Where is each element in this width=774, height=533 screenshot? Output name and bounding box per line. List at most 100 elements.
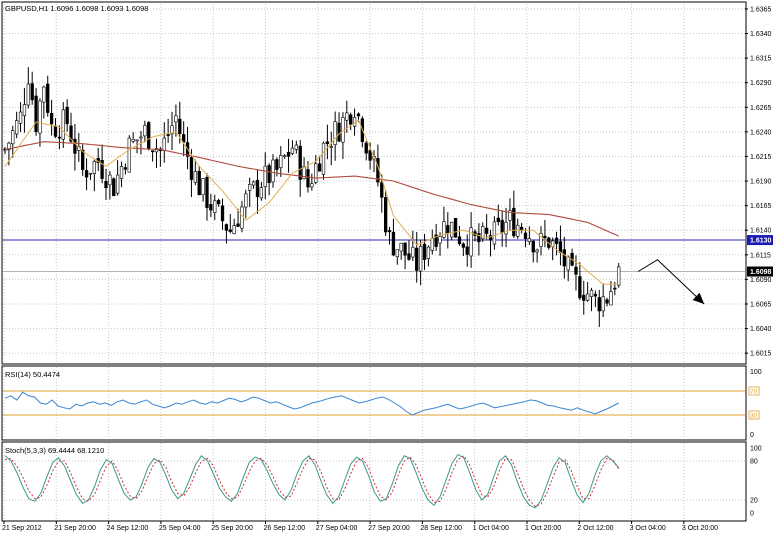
candle-body [150, 150, 155, 153]
candle-body [14, 120, 19, 135]
time-tick-label: 1 Oct 20:00 [525, 525, 561, 532]
candle-body [329, 146, 333, 148]
forecast-arrow[interactable] [637, 259, 705, 305]
candle-body [147, 122, 151, 150]
candle-body [11, 130, 15, 145]
candle-body [236, 223, 240, 227]
rsi-title: RSI(14) 50.4474 [5, 370, 60, 379]
candle-body [244, 193, 248, 208]
candle-body [178, 118, 182, 134]
candle-body [92, 160, 96, 174]
horizontal-price-lines[interactable] [3, 239, 745, 273]
candle-body [430, 238, 434, 251]
candle-body [539, 232, 543, 247]
time-tick-label: 27 Sep 20:00 [368, 525, 410, 532]
candle-body [426, 246, 431, 259]
candle-body [271, 159, 275, 183]
candle-body [333, 121, 337, 145]
price-tick-label: 1.6140 [750, 228, 772, 235]
candle-body [290, 147, 295, 154]
candle-body [438, 236, 442, 244]
candle-body [108, 174, 112, 186]
candle-body [298, 145, 302, 180]
candle-body [605, 299, 609, 304]
candle-body [26, 83, 30, 106]
candle-body [566, 256, 570, 271]
stoch-signal-line [4, 455, 620, 508]
candle-body [30, 83, 34, 101]
forecast-arrow-line[interactable] [637, 259, 705, 305]
candle-body [104, 180, 108, 188]
candle-body [500, 219, 504, 233]
candle-body [162, 137, 166, 152]
candle-body [131, 138, 135, 142]
candle-body [523, 232, 528, 239]
candle-body [213, 200, 217, 213]
main-chart-title: GBPUSD,H1 1.6096 1.6098 1.6093 1.6098 [5, 4, 148, 13]
candle-body [143, 125, 147, 137]
candle-body [248, 184, 252, 191]
candle-body [286, 152, 291, 157]
candle-body [251, 181, 256, 186]
price-tag-label: 1.6130 [750, 238, 772, 245]
candle-body [65, 106, 69, 125]
candle-body [609, 291, 613, 306]
candle-body [399, 242, 403, 252]
candle-body [267, 165, 271, 184]
price-tick-label: 1.6015 [750, 351, 772, 358]
metatrader-chart-window: 1.6365 1.6340 1.6315 1.6290 1.6265 1.6240 1.62… [0, 0, 774, 533]
time-axis: 21 Sep 2012 21 Sep 20:00 24 Sep 12:00 25 Se… [2, 521, 718, 532]
rsi-tick-label: 100 [750, 369, 762, 376]
time-tick-label: 25 Sep 04:00 [159, 525, 201, 532]
candle-body [53, 125, 58, 137]
candle-body [582, 294, 586, 301]
candle-body [240, 206, 244, 229]
candle-body [593, 293, 598, 297]
time-tick-label: 3 Oct 20:00 [682, 525, 718, 532]
candle-body [232, 225, 236, 234]
rsi-level-label: 70 [750, 389, 758, 396]
candle-body [283, 155, 287, 157]
candle-body [345, 112, 349, 121]
candle-body [81, 149, 85, 170]
candle-body [73, 138, 77, 154]
price-tick-label: 1.6190 [750, 179, 772, 186]
candle-body [597, 297, 601, 312]
candle-body [364, 142, 368, 154]
price-axis: 1.6365 1.6340 1.6315 1.6290 1.6265 1.6240 1.62… [745, 6, 773, 358]
time-tick-label: 25 Sep 20:00 [211, 525, 253, 532]
candle-body [38, 100, 42, 134]
candle-body [391, 231, 396, 256]
candle-body [228, 229, 232, 232]
candle-body [380, 182, 384, 198]
candle-body [484, 227, 489, 234]
time-tick-label: 2 Oct 12:00 [577, 525, 613, 532]
candle-body [585, 293, 590, 301]
price-tick-label: 1.6065 [750, 301, 772, 308]
candle-body [135, 139, 139, 142]
candle-body [197, 170, 201, 196]
stoch-axis: 100 80 20 0 [750, 446, 762, 518]
candle-body [310, 183, 314, 188]
candle-body [446, 225, 450, 234]
candle-body [182, 134, 186, 143]
time-tick-label: 28 Sep 12:00 [420, 525, 462, 532]
candle-body [294, 144, 298, 150]
candle-body [356, 113, 361, 117]
candle-body [174, 115, 178, 123]
candle-body [617, 266, 621, 286]
candle-body [201, 178, 205, 195]
candle-body [189, 157, 194, 180]
stoch-lines [4, 453, 620, 509]
price-tick-label: 1.6340 [750, 31, 772, 38]
candle-body [383, 197, 388, 233]
candle-body [613, 287, 617, 290]
candle-body [127, 137, 131, 173]
candle-body [516, 224, 520, 237]
stoch-main-line [4, 453, 620, 509]
candle-body [496, 217, 500, 223]
chart-canvas: 1.6365 1.6340 1.6315 1.6290 1.6265 1.6240 1.62… [1, 1, 773, 532]
stoch-tick-label: 80 [750, 459, 758, 466]
time-tick-label: 21 Sep 2012 [2, 525, 42, 532]
candle-body [407, 253, 411, 260]
